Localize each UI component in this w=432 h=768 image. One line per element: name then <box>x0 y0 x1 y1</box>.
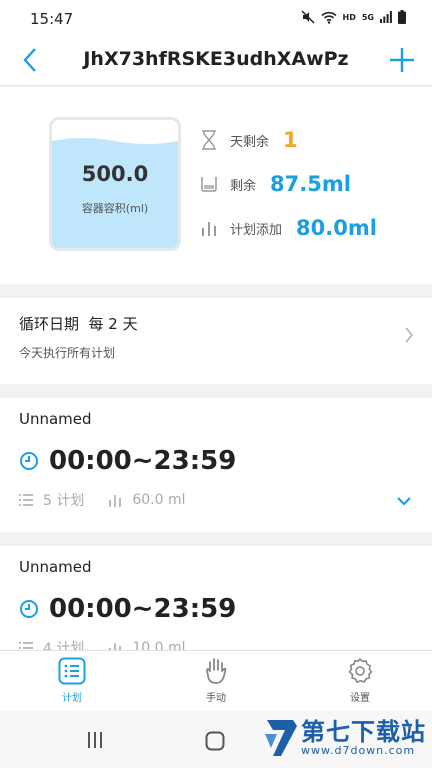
hourglass-icon <box>198 129 220 151</box>
stat-days-left: 天剩余 1 <box>198 124 298 156</box>
plan-volume: 60.0 ml <box>108 492 186 508</box>
app-header: JhX73hfRSKE3udhXAwPz <box>0 36 432 86</box>
status-icons: HD 5G <box>300 10 406 24</box>
clock-icon <box>20 452 38 470</box>
watermark-text: 第七下载站 www.d7down.com <box>301 720 426 757</box>
d7-logo-icon <box>265 720 297 756</box>
remaining-value: 87.5ml <box>270 172 351 196</box>
days-left-value: 1 <box>283 128 298 152</box>
page-title: JhX73hfRSKE3udhXAwPz <box>83 48 349 70</box>
clock-icon <box>20 600 38 618</box>
add-plan-button[interactable] <box>384 42 420 78</box>
summary-card: 500.0 容器容积(ml) 天剩余 1 剩余 87.5ml 计划添加 80.0… <box>0 87 432 284</box>
plan-count-text: 5 计划 <box>43 493 85 509</box>
plus-icon <box>390 48 414 72</box>
status-bar: 15:47 HD 5G <box>0 0 432 36</box>
plan-count: 4 计划 <box>19 638 84 650</box>
plan-card[interactable]: Unnamed 00:00~23:59 4 计划 10.0 ml <box>0 546 432 650</box>
signal-icon <box>380 11 392 23</box>
chevron-left-icon <box>23 48 36 72</box>
stat-planned-add: 计划添加 80.0ml <box>198 212 377 244</box>
nav-label-settings: 设置 <box>350 693 370 704</box>
container-gauge: 500.0 容器容积(ml) <box>49 117 181 251</box>
planned-add-label: 计划添加 <box>230 222 283 238</box>
status-time: 15:47 <box>30 10 74 28</box>
hand-icon <box>206 658 227 684</box>
plan-volume-text: 10.0 ml <box>132 640 186 650</box>
hd-label: HD <box>342 12 356 22</box>
mute-icon <box>300 10 315 24</box>
nav-tab-plan[interactable]: 计划 <box>0 651 144 711</box>
cycle-subtitle: 今天执行所有计划 <box>19 346 116 360</box>
container-capacity-label: 容器容积(ml) <box>81 202 149 215</box>
plan-list-icon <box>58 657 86 685</box>
plan-name: Unnamed <box>19 410 92 428</box>
watermark-url: www.d7down.com <box>301 743 416 757</box>
container-water-level <box>52 135 178 248</box>
watermark-cn: 第七下载站 <box>301 717 426 746</box>
plan-meta: 4 计划 10.0 ml <box>19 638 210 650</box>
container-capacity-value: 500.0 <box>81 162 149 186</box>
planned-add-value: 80.0ml <box>296 216 377 240</box>
recent-apps-icon[interactable] <box>86 731 104 749</box>
home-icon[interactable] <box>205 731 225 751</box>
list-icon <box>19 494 33 506</box>
nav-tab-settings[interactable]: 设置 <box>288 651 432 711</box>
plan-count-text: 4 计划 <box>43 641 85 650</box>
plan-volume: 10.0 ml <box>108 640 186 650</box>
plan-volume-text: 60.0 ml <box>132 492 186 508</box>
watermark: 第七下载站 www.d7down.com <box>263 716 426 760</box>
cycle-settings-row[interactable]: 循环日期 每 2 天 今天执行所有计划 <box>0 298 432 384</box>
gear-icon <box>348 658 373 683</box>
chevron-right-icon <box>405 327 414 343</box>
bar-chart-icon <box>109 643 122 650</box>
cup-icon <box>198 173 220 195</box>
list-icon <box>19 642 33 649</box>
nav-label-plan: 计划 <box>62 693 82 704</box>
battery-icon <box>398 10 406 24</box>
bar-chart-icon <box>109 495 122 507</box>
plan-meta: 5 计划 60.0 ml <box>19 490 210 510</box>
chevron-down-icon[interactable] <box>396 496 412 506</box>
signal-label: 5G <box>361 12 374 22</box>
remaining-label: 剩余 <box>230 178 257 194</box>
plan-time-row: 00:00~23:59 <box>19 594 236 624</box>
plan-time-row: 00:00~23:59 <box>19 446 236 476</box>
wifi-icon <box>320 11 337 24</box>
cycle-title: 循环日期 每 2 天 <box>19 315 138 333</box>
days-left-label: 天剩余 <box>230 134 270 150</box>
plan-time-range: 00:00~23:59 <box>49 594 237 624</box>
plan-card[interactable]: Unnamed 00:00~23:59 5 计划 60.0 ml <box>0 398 432 532</box>
back-button[interactable] <box>12 42 48 78</box>
plan-count: 5 计划 <box>19 490 84 510</box>
bar-chart-icon <box>198 217 220 239</box>
nav-label-manual: 手动 <box>206 693 226 704</box>
bottom-nav: 计划 手动 设置 <box>0 650 432 711</box>
nav-tab-manual[interactable]: 手动 <box>144 651 288 711</box>
stat-remaining: 剩余 87.5ml <box>198 168 351 200</box>
plan-time-range: 00:00~23:59 <box>49 446 237 476</box>
water-wave <box>52 135 178 145</box>
plan-name: Unnamed <box>19 558 92 576</box>
